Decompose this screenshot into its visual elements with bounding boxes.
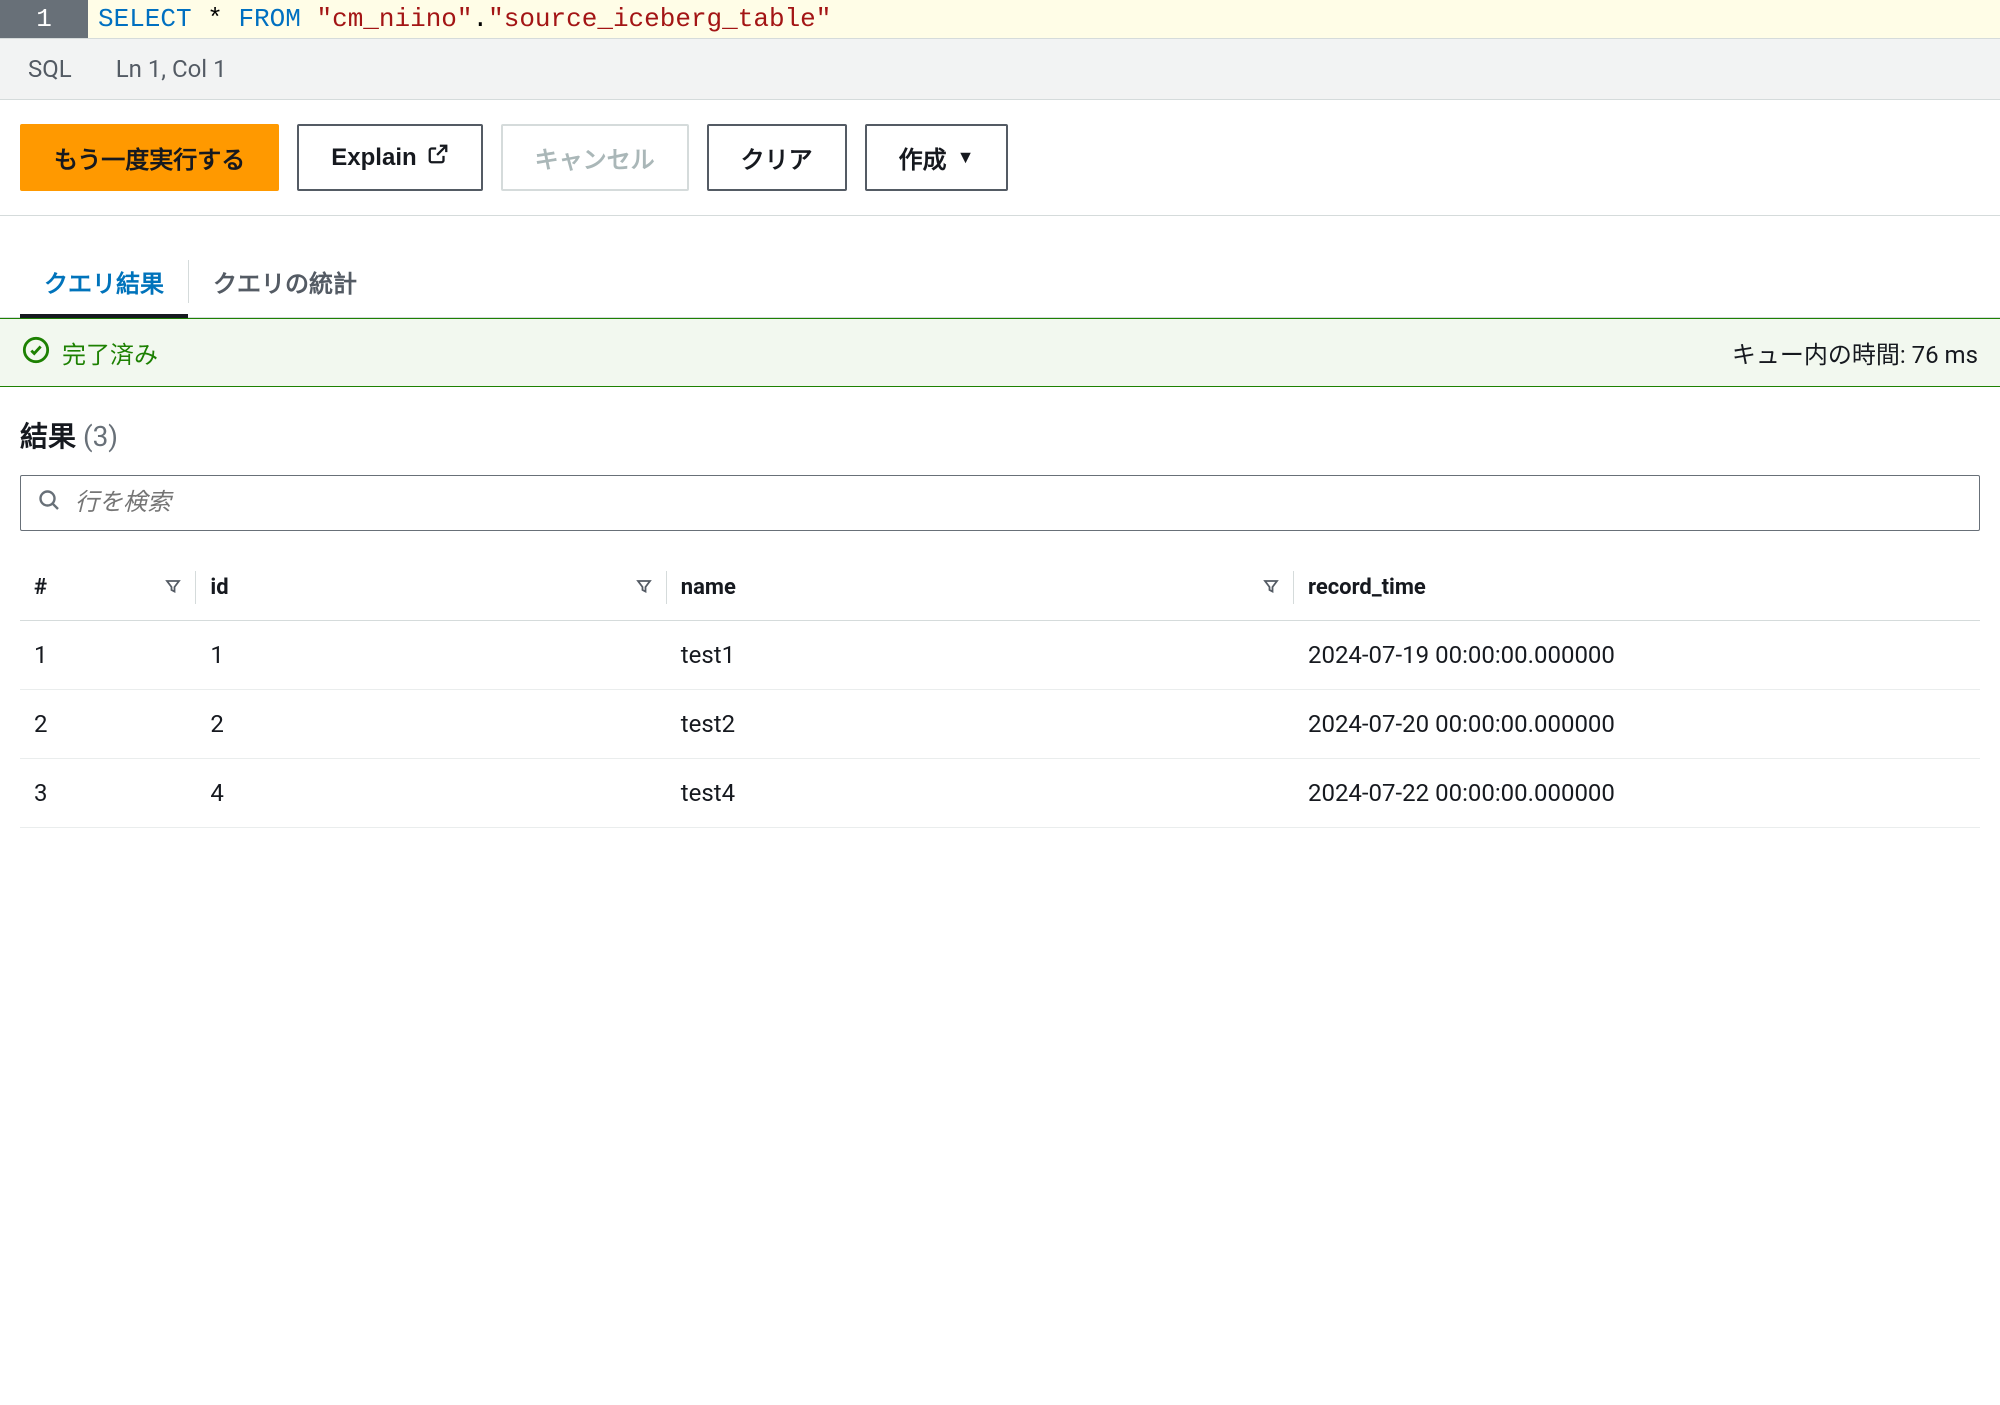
cancel-button: キャンセル bbox=[501, 124, 689, 191]
query-toolbar: もう一度実行する Explain キャンセル クリア 作成 ▼ bbox=[0, 100, 2000, 216]
sql-dot: . bbox=[473, 4, 489, 34]
column-header-record-time[interactable]: record_time bbox=[1294, 555, 1980, 621]
results-section: 結果 (3) # id bbox=[0, 387, 2000, 828]
cell-rownum: 2 bbox=[20, 690, 196, 759]
tab-query-results[interactable]: クエリ結果 bbox=[20, 246, 188, 317]
explain-button[interactable]: Explain bbox=[297, 124, 482, 191]
table-row: 11test12024-07-19 00:00:00.000000 bbox=[20, 621, 1980, 690]
clear-button[interactable]: クリア bbox=[707, 124, 847, 191]
table-row: 22test22024-07-20 00:00:00.000000 bbox=[20, 690, 1980, 759]
search-icon bbox=[37, 488, 75, 518]
editor-language: SQL bbox=[28, 55, 72, 83]
filter-icon[interactable] bbox=[164, 575, 182, 600]
create-label: 作成 bbox=[899, 140, 947, 175]
run-again-label: もう一度実行する bbox=[54, 140, 245, 175]
column-header-id[interactable]: id bbox=[196, 555, 666, 621]
search-input[interactable] bbox=[75, 489, 1963, 517]
tab-query-stats-label: クエリの統計 bbox=[213, 270, 357, 298]
cell-name: test2 bbox=[667, 690, 1294, 759]
external-link-icon bbox=[427, 143, 449, 172]
column-header-id-label: id bbox=[210, 575, 228, 600]
column-header-record-time-label: record_time bbox=[1308, 575, 1426, 600]
results-header: 結果 (3) bbox=[20, 415, 1980, 455]
results-tabs: クエリ結果 クエリの統計 bbox=[0, 246, 2000, 318]
clear-label: クリア bbox=[741, 140, 813, 175]
column-header-rownum[interactable]: # bbox=[20, 555, 196, 621]
editor-statusbar: SQL Ln 1, Col 1 bbox=[0, 39, 2000, 100]
check-circle-icon bbox=[22, 336, 50, 370]
cell-record_time: 2024-07-22 00:00:00.000000 bbox=[1294, 759, 1980, 828]
cell-record_time: 2024-07-19 00:00:00.000000 bbox=[1294, 621, 1980, 690]
column-header-name-label: name bbox=[681, 575, 736, 600]
sql-keyword-from: FROM bbox=[238, 4, 300, 34]
editor-content[interactable]: SELECT * FROM "cm_niino"."source_iceberg… bbox=[88, 0, 2000, 38]
tab-query-stats[interactable]: クエリの統計 bbox=[189, 246, 381, 317]
explain-label: Explain bbox=[331, 144, 416, 172]
cell-id: 1 bbox=[196, 621, 666, 690]
editor-cursor-position: Ln 1, Col 1 bbox=[116, 55, 227, 83]
sql-star: * bbox=[207, 4, 223, 34]
cell-rownum: 1 bbox=[20, 621, 196, 690]
filter-icon[interactable] bbox=[635, 575, 653, 600]
results-table: # id name r bbox=[20, 555, 1980, 828]
cell-name: test1 bbox=[667, 621, 1294, 690]
cell-id: 4 bbox=[196, 759, 666, 828]
create-button[interactable]: 作成 ▼ bbox=[865, 124, 1009, 191]
cell-rownum: 3 bbox=[20, 759, 196, 828]
tab-query-results-label: クエリ結果 bbox=[44, 270, 164, 298]
cell-name: test4 bbox=[667, 759, 1294, 828]
column-header-rownum-label: # bbox=[34, 575, 47, 600]
search-row-container[interactable] bbox=[20, 475, 1980, 531]
status-text: 完了済み bbox=[62, 335, 158, 370]
sql-editor[interactable]: 1 SELECT * FROM "cm_niino"."source_icebe… bbox=[0, 0, 2000, 39]
results-title: 結果 bbox=[20, 420, 76, 453]
sql-table: "source_iceberg_table" bbox=[488, 4, 831, 34]
line-number: 1 bbox=[36, 4, 52, 34]
column-header-name[interactable]: name bbox=[667, 555, 1294, 621]
filter-icon[interactable] bbox=[1262, 575, 1280, 600]
queue-time-label: キュー内の時間: bbox=[1732, 341, 1906, 369]
sql-schema: "cm_niino" bbox=[316, 4, 472, 34]
run-again-button[interactable]: もう一度実行する bbox=[20, 124, 279, 191]
sql-keyword-select: SELECT bbox=[98, 4, 192, 34]
queue-time-value: 76 ms bbox=[1912, 341, 1978, 369]
caret-down-icon: ▼ bbox=[957, 147, 975, 168]
cell-record_time: 2024-07-20 00:00:00.000000 bbox=[1294, 690, 1980, 759]
cancel-label: キャンセル bbox=[535, 140, 655, 175]
results-count: (3) bbox=[83, 420, 118, 453]
cell-id: 2 bbox=[196, 690, 666, 759]
table-row: 34test42024-07-22 00:00:00.000000 bbox=[20, 759, 1980, 828]
status-banner: 完了済み キュー内の時間: 76 ms bbox=[0, 318, 2000, 387]
editor-gutter: 1 bbox=[0, 0, 88, 38]
